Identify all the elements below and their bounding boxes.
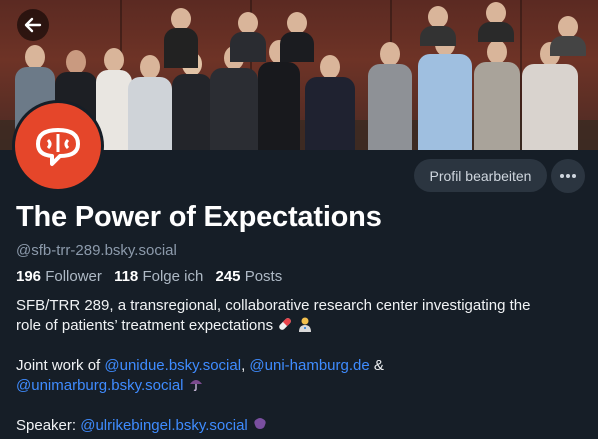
bio-line: Joint work of @unidue.bsky.social, @uni-… — [16, 357, 384, 374]
profile-bio: SFB/TRR 289, a transregional, collaborat… — [16, 296, 586, 436]
posts-label: Posts — [244, 268, 283, 285]
bio-line: SFB/TRR 289, a transregional, collaborat… — [16, 297, 531, 314]
followers-link[interactable]: 196 Follower — [16, 268, 102, 285]
following-label: Folge ich — [142, 268, 204, 285]
brain-icon — [254, 418, 266, 429]
mention-link[interactable]: @unidue.bsky.social — [104, 357, 241, 374]
more-options-button[interactable] — [551, 159, 585, 193]
bio-line: Speaker: @ulrikebingel.bsky.social — [16, 416, 586, 436]
profile-handle: @sfb-trr-289.bsky.social — [16, 242, 177, 259]
profile-display-name: The Power of Expectations — [16, 201, 382, 233]
following-count: 118 — [114, 268, 139, 285]
avatar-logo — [15, 103, 101, 189]
mention-link[interactable]: @uni-hamburg.de — [249, 357, 369, 374]
speech-brain-logo-icon — [36, 128, 80, 166]
health-worker-icon — [299, 317, 312, 332]
pill-icon — [279, 318, 292, 330]
arrow-left-icon — [24, 17, 42, 33]
mention-link[interactable]: @ulrikebingel.bsky.social — [80, 417, 248, 434]
posts-count: 245 — [215, 268, 241, 285]
bio-line: @unimarburg.bsky.social — [16, 376, 586, 396]
mention-link[interactable]: @unimarburg.bsky.social — [16, 377, 184, 394]
profile-stats: 196 Follower 118 Folge ich 245 Posts — [16, 268, 282, 285]
umbrella-icon — [189, 380, 202, 392]
followers-label: Follower — [45, 268, 102, 285]
edit-profile-button[interactable]: Profil bearbeiten — [414, 159, 547, 192]
ellipsis-icon — [560, 174, 576, 178]
avatar[interactable] — [12, 100, 104, 192]
posts-stat: 245 Posts — [215, 268, 282, 285]
bio-line: role of patients’ treatment expectations — [16, 316, 586, 336]
following-link[interactable]: 118 Folge ich — [114, 268, 203, 285]
followers-count: 196 — [16, 268, 42, 285]
back-button[interactable] — [17, 9, 49, 41]
